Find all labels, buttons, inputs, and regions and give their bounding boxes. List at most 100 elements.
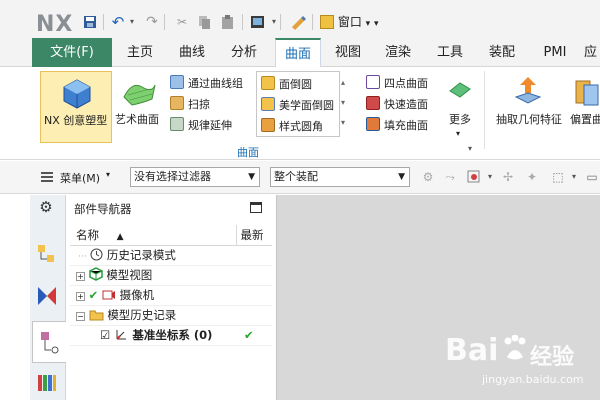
cut-icon[interactable]: ✂ — [174, 14, 190, 30]
tab-curve[interactable]: 曲线 — [170, 38, 214, 67]
tree-cell-name: + 模型视图 — [70, 265, 236, 286]
visible-check-icon[interactable]: ✔ — [89, 288, 99, 302]
more-button[interactable]: 更多 ▾ — [440, 71, 480, 143]
tree-cell-name: ☑ 基准坐标系 (0) — [70, 325, 236, 346]
aesthetic-face-blend-icon — [261, 97, 275, 111]
reuse-library-icon[interactable] — [36, 371, 58, 393]
tab-surface[interactable]: 曲面 — [275, 38, 321, 68]
tree-cell-name: ··· 历史记录模式 — [70, 245, 236, 266]
selection-scope-select[interactable]: 整个装配 ▼ — [270, 167, 410, 187]
more-select-tools-icon[interactable]: ▭ — [584, 169, 600, 185]
tree-row[interactable]: ··· 历史记录模式 — [70, 245, 272, 266]
nx-logo: NX — [36, 12, 74, 37]
aesthetic-face-blend-label: 美学面倒圆 — [279, 99, 334, 112]
collapse-toggle-icon[interactable]: − — [76, 312, 85, 321]
maximize-icon[interactable] — [250, 202, 262, 213]
settings-gear-icon[interactable]: ⚙ — [38, 199, 54, 215]
rectangle-select-icon[interactable]: ⬚ — [550, 169, 566, 185]
constraint-navigator-icon[interactable] — [36, 285, 58, 307]
surface-commands-col-3: 四点曲面 快速造面 填充曲面 — [364, 71, 436, 141]
tab-assembly[interactable]: 装配 — [480, 38, 524, 67]
tab-view[interactable]: 视图 — [328, 38, 368, 67]
through-curves-button[interactable]: 通过曲线组 — [166, 73, 252, 91]
select-by-icon[interactable]: ⤳ — [442, 169, 458, 185]
column-header-latest[interactable]: 最新 — [236, 225, 272, 246]
navigator-title: 部件导航器 — [74, 202, 132, 216]
tree-row[interactable]: + ✔ 摄像机 — [70, 285, 272, 306]
graphics-window[interactable]: Bai 经验 jingyan.baidu.com — [277, 195, 600, 400]
part-navigator-tab[interactable] — [32, 321, 66, 363]
type-filter-value: 没有选择过滤器 — [134, 170, 211, 183]
redo-icon[interactable]: ↷ — [144, 14, 160, 30]
expand-toggle-icon[interactable]: + — [76, 272, 85, 281]
more-dropdown-icon: ▾ — [456, 129, 461, 138]
extract-geometry-button[interactable]: 抽取几何特征 — [492, 71, 564, 143]
snap-icon[interactable]: ✢ — [500, 169, 516, 185]
menu-button[interactable]: 菜单(M) ▾ — [38, 167, 118, 187]
select-feature-dropdown-icon[interactable]: ▾ — [482, 169, 498, 185]
group-separator — [484, 71, 485, 149]
tab-analysis[interactable]: 分析 — [222, 38, 266, 67]
more-icon — [449, 82, 471, 98]
filter-tool-icon[interactable]: ⚙ — [420, 169, 436, 185]
paste-icon[interactable] — [220, 14, 236, 30]
customize-quick-access-icon[interactable]: ▾ — [374, 19, 379, 29]
tab-file[interactable]: 文件(F) — [32, 38, 112, 67]
four-point-surface-button[interactable]: 四点曲面 — [364, 73, 436, 91]
save-icon[interactable] — [82, 14, 98, 30]
tab-home[interactable]: 主页 — [118, 38, 162, 67]
tab-render[interactable]: 渲染 — [376, 38, 420, 67]
separator — [312, 14, 313, 30]
aesthetic-face-blend-button[interactable]: 美学面倒圆 — [257, 95, 339, 113]
fill-surface-button[interactable]: 填充曲面 — [364, 115, 436, 133]
group-options-icon[interactable]: ▾ — [468, 144, 472, 153]
tab-pmi[interactable]: PMI — [532, 38, 578, 67]
law-extension-button[interactable]: 规律延伸 — [166, 115, 252, 133]
face-blend-button[interactable]: 面倒圆 — [257, 74, 339, 92]
tree-item-label: 模型历史记录 — [107, 308, 177, 322]
tab-tools[interactable]: 工具 — [428, 38, 472, 67]
offset-surface-icon — [575, 80, 599, 106]
sort-ascending-icon: ▲ — [116, 231, 124, 242]
nx-creative-label: NX 创意塑型 — [44, 114, 108, 127]
extract-geometry-icon — [514, 77, 542, 104]
touch-mode-icon[interactable] — [250, 14, 266, 30]
swept-button[interactable]: 扫掠 — [166, 94, 252, 112]
rapid-surfacing-label: 快速造面 — [384, 98, 428, 111]
fill-surface-icon — [366, 117, 380, 131]
art-surface-button[interactable]: 艺术曲面 — [114, 71, 164, 143]
swept-label: 扫掠 — [188, 98, 210, 111]
nx-creative-button[interactable]: NX 创意塑型 — [40, 71, 112, 143]
gallery-scroll[interactable]: ▴ ▾ ▾ — [341, 73, 353, 133]
tree-item-label: 基准坐标系 (0) — [132, 328, 213, 342]
copy-icon[interactable] — [196, 14, 212, 30]
rectangle-select-dropdown-icon[interactable]: ▾ — [566, 169, 582, 185]
visibility-checkbox[interactable]: ☑ — [100, 328, 110, 342]
chevron-down-icon: ▼ — [248, 172, 255, 182]
styled-blend-button[interactable]: 样式圆角 — [257, 116, 339, 134]
tree-cell-name: − 模型历史记录 — [70, 305, 236, 326]
tree-row[interactable]: ☑ 基准坐标系 (0) ✔ — [70, 325, 272, 346]
assembly-navigator-icon[interactable] — [36, 243, 58, 265]
point-snap-icon[interactable]: ✦ — [524, 169, 540, 185]
offset-surface-button[interactable]: 偏置曲 — [568, 71, 600, 143]
repeat-command-icon[interactable] — [290, 14, 306, 30]
window-label: 窗口 — [337, 15, 362, 29]
window-dropdown-icon: ▾ — [365, 19, 371, 29]
nx-creative-icon — [63, 79, 91, 109]
tab-application[interactable]: 应 — [584, 38, 600, 67]
ribbon-tab-bar: 文件(F) 主页 曲线 分析 曲面 视图 渲染 工具 装配 PMI 应 — [0, 38, 600, 68]
tree-row[interactable]: + 模型视图 — [70, 265, 272, 286]
tree-row[interactable]: − 模型历史记录 — [70, 305, 272, 326]
type-filter-select[interactable]: 没有选择过滤器 ▼ — [130, 167, 260, 187]
expand-toggle-icon[interactable]: + — [76, 292, 85, 301]
column-header-name[interactable]: 名称 ▲ — [70, 225, 237, 246]
folder-icon — [89, 310, 104, 321]
tree-item-label: 历史记录模式 — [106, 248, 176, 262]
navigator-tree: 名称 ▲ 最新 ··· 历史记录模式 + 模型视图 + ✔ 摄像机 − 模型历史… — [70, 225, 272, 346]
window-menu[interactable]: 窗口 ▾ ▾ — [320, 13, 379, 31]
select-feature-icon[interactable] — [466, 169, 482, 185]
rapid-surfacing-button[interactable]: 快速造面 — [364, 94, 436, 112]
undo-dropdown-icon[interactable]: ▾ — [124, 14, 140, 30]
art-surface-label: 艺术曲面 — [115, 113, 159, 126]
